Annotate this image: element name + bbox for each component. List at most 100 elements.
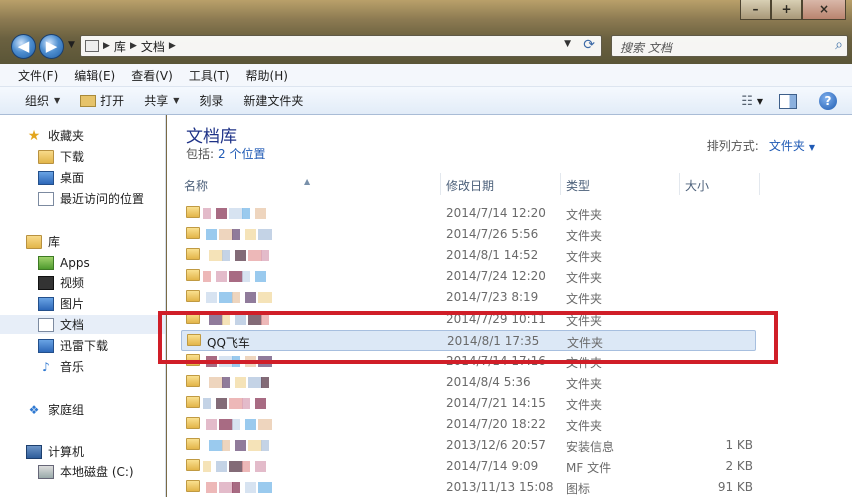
minimize-button[interactable]: – [740, 0, 771, 20]
file-row[interactable]: 2014/7/20 18:22 文件夹 [181, 414, 761, 435]
burn-button[interactable]: 刻录 [199, 92, 223, 109]
sidebar-item-label: 音乐 [60, 360, 85, 374]
file-size: 91 KB [717, 480, 753, 495]
menu-help[interactable]: 帮助(H) [246, 67, 288, 84]
file-list-pane: 文档库 包括: 2 个位置 排列方式: 文件夹 ▼ 名称 ▲ 修改日期 类型 大小 2… [167, 115, 852, 497]
open-button[interactable]: 打开 [80, 92, 124, 109]
search-icon[interactable]: ⌕ [835, 37, 843, 53]
search-input[interactable]: 搜索 文档 ⌕ [611, 35, 848, 57]
menu-view[interactable]: 查看(V) [131, 67, 173, 84]
recent-pages-dropdown-icon[interactable]: ▼ [68, 40, 75, 50]
video-icon [38, 275, 54, 290]
forward-button[interactable]: ▶ [39, 34, 64, 59]
file-row[interactable]: 2014/7/23 8:19 文件夹 [181, 287, 761, 308]
file-row[interactable]: 2014/7/14 12:20 文件夹 [181, 203, 761, 224]
breadcrumb-separator-icon[interactable]: ▶ [169, 41, 176, 51]
obscured-filename-block [235, 440, 246, 452]
help-icon[interactable]: ? [819, 92, 837, 110]
obscured-filename-block [255, 271, 266, 283]
arrange-by-dropdown[interactable]: 文件夹 [769, 139, 805, 153]
file-row[interactable]: 2014/7/14 9:09 MF 文件 2 KB [181, 456, 761, 477]
obscured-filename-block [258, 229, 272, 241]
hard-disk-icon [38, 464, 54, 479]
file-row[interactable]: 2014/7/24 12:20 文件夹 [181, 266, 761, 287]
maximize-button[interactable]: + [771, 0, 802, 20]
obscured-filename-block [232, 482, 240, 494]
column-divider[interactable] [560, 173, 561, 195]
obscured-filename-block [206, 292, 217, 304]
column-header-size[interactable]: 大小 [685, 177, 709, 194]
file-row[interactable]: 2014/7/21 14:15 文件夹 [181, 393, 761, 414]
column-header-type[interactable]: 类型 [566, 177, 590, 194]
column-header-date[interactable]: 修改日期 [446, 177, 494, 194]
back-button[interactable]: ◀ [11, 34, 36, 59]
column-header-name[interactable]: 名称 [184, 177, 208, 194]
organize-button[interactable]: 组织 ▼ [25, 92, 60, 109]
chevron-down-icon[interactable]: ▼ [757, 97, 763, 106]
column-divider[interactable] [679, 173, 680, 195]
file-modified-date: 2013/11/13 15:08 [446, 480, 554, 495]
column-divider[interactable] [759, 173, 760, 195]
file-icon [186, 438, 200, 451]
address-bar[interactable]: ▶ 库 ▶ 文档 ▶ ▼ ⟳ [80, 35, 602, 57]
file-row[interactable]: 2014/8/1 14:52 文件夹 [181, 245, 761, 266]
obscured-filename-block [242, 208, 250, 219]
sort-ascending-icon: ▲ [304, 177, 311, 186]
file-row[interactable]: 2014/7/26 5:56 文件夹 [181, 224, 761, 245]
breadcrumb-documents[interactable]: 文档 [141, 38, 165, 55]
open-label: 打开 [100, 94, 125, 108]
obscured-filename-block [261, 440, 269, 452]
library-locations-link[interactable]: 2 个位置 [218, 147, 265, 161]
file-type: 文件夹 [566, 292, 603, 307]
new-folder-button[interactable]: 新建文件夹 [243, 92, 303, 109]
address-history-dropdown-icon[interactable]: ▼ [564, 39, 571, 49]
window-titlebar: – + × ◀ ▶ ▼ ▶ 库 ▶ 文档 ▶ ▼ ⟳ 搜索 文档 ⌕ [0, 0, 852, 64]
file-type: 文件夹 [566, 208, 603, 222]
library-includes: 包括: 2 个位置 [186, 145, 266, 162]
file-type: 文件夹 [566, 250, 603, 265]
close-button[interactable]: × [802, 0, 846, 20]
preview-pane-icon[interactable] [779, 93, 797, 109]
obscured-filename-block [261, 376, 269, 388]
refresh-icon[interactable]: ⟳ [583, 37, 595, 53]
menu-tools[interactable]: 工具(T) [189, 67, 230, 84]
chevron-down-icon: ▼ [173, 96, 180, 105]
includes-label: 包括: [186, 147, 215, 161]
breadcrumb-separator-icon[interactable]: ▶ [103, 41, 110, 51]
obscured-filename-block [258, 292, 272, 304]
sidebar-item-label: 本地磁盘 (C:) [60, 465, 134, 479]
sidebar-item-label: 视频 [60, 276, 85, 290]
file-row[interactable]: 2013/11/13 15:08 图标 91 KB [181, 477, 761, 497]
chevron-down-icon[interactable]: ▼ [809, 143, 815, 152]
file-modified-date: 2014/7/24 12:20 [446, 269, 546, 284]
obscured-filename-block [258, 482, 272, 494]
obscured-filename-block [229, 461, 243, 473]
menu-edit[interactable]: 编辑(E) [74, 67, 115, 84]
breadcrumb-libraries[interactable]: 库 [114, 38, 126, 55]
file-row[interactable]: 2014/8/4 5:36 文件夹 [181, 372, 761, 393]
sidebar-item-label: 计算机 [48, 445, 85, 459]
sidebar-item-label: 迅雷下载 [60, 339, 109, 353]
column-divider[interactable] [440, 173, 441, 195]
obscured-filename-block [245, 229, 256, 241]
obscured-filename-block [216, 271, 227, 283]
library-icon [85, 40, 99, 52]
file-row[interactable]: 2013/12/6 20:57 安装信息 1 KB [181, 435, 761, 456]
file-modified-date: 2014/7/14 9:09 [446, 459, 539, 474]
obscured-filename-block [242, 397, 250, 409]
menu-file[interactable]: 文件(F) [18, 67, 58, 84]
file-modified-date: 2014/7/23 8:19 [446, 290, 539, 305]
file-icon [186, 459, 200, 472]
sidebar-item-documents[interactable]: 文档 [0, 315, 165, 334]
breadcrumb-separator-icon[interactable]: ▶ [130, 41, 137, 51]
folder-icon [186, 269, 200, 282]
share-button[interactable]: 共享 ▼ [144, 92, 179, 109]
star-icon: ★ [27, 127, 41, 144]
pictures-icon [38, 296, 54, 311]
computer-icon [26, 444, 42, 459]
change-view-icon[interactable]: ☷ [741, 94, 753, 109]
obscured-filename-block [209, 440, 223, 452]
obscured-filename-block [219, 419, 233, 430]
obscured-filename-block [219, 482, 233, 494]
obscured-filename-block [203, 208, 211, 219]
